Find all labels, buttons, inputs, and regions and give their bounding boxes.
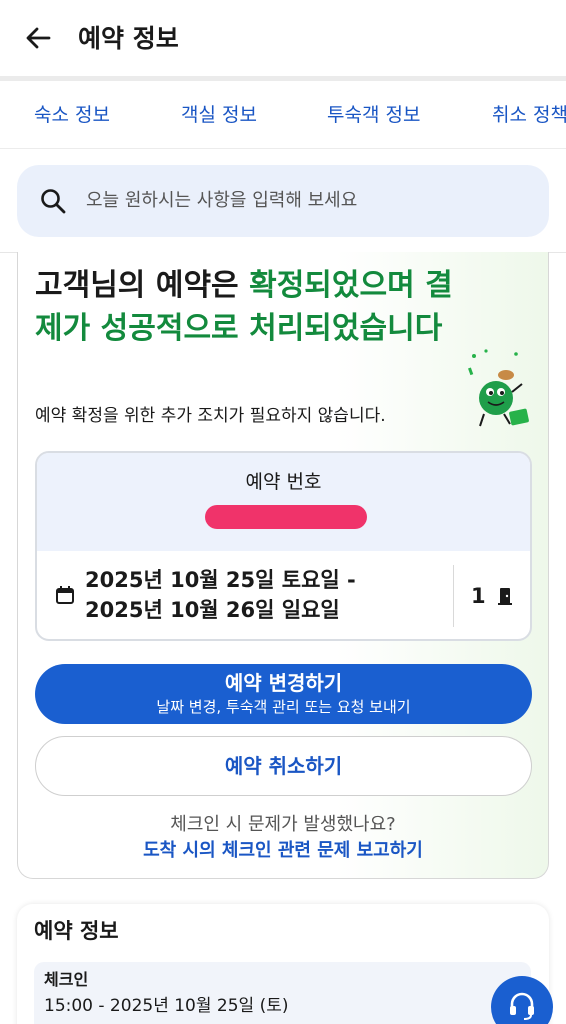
search-icon [41, 189, 66, 214]
search-placeholder: 오늘 원하시는 사항을 입력해 보세요 [86, 190, 358, 211]
tab-guest-info[interactable]: 투숙객 정보 [327, 101, 420, 129]
app-header: 예약 정보 [0, 0, 566, 78]
divider [453, 565, 454, 627]
modify-booking-label: 예약 변경하기 [224, 671, 343, 695]
booking-number-label: 예약 번호 [245, 471, 322, 493]
confirmation-card: 고객님의 예약은 확정되었으며 결제가 성공적으로 처리되었습니다 예약 확정을… [17, 252, 549, 879]
mascot-illustration [468, 349, 529, 427]
tab-cancel-policy[interactable]: 취소 정책 [492, 101, 566, 129]
tab-room-info[interactable]: 객실 정보 [181, 101, 257, 129]
tab-property-info[interactable]: 숙소 정보 [34, 101, 110, 129]
back-button[interactable] [22, 22, 54, 54]
calendar-icon [56, 586, 74, 604]
booking-number-redacted [205, 505, 367, 529]
check-in-date: 2025년 10월 25일 토요일 - [85, 568, 356, 592]
confirmation-subline: 예약 확정을 위한 추가 조치가 필요하지 않습니다. [35, 406, 386, 426]
checkin-issue-question: 체크인 시 문제가 발생했나요? [170, 814, 396, 835]
booking-number-section: 예약 번호 [37, 453, 530, 551]
door-icon [498, 588, 512, 605]
booking-summary: 예약 번호 2025년 10월 25일 토요일 - 2025년 10월 26일 … [35, 451, 532, 641]
modify-booking-sublabel: 날짜 변경, 투숙객 관리 또는 요청 보내기 [156, 698, 411, 716]
checkin-label: 체크인 [44, 970, 89, 989]
check-out-date: 2025년 10월 26일 일요일 [85, 598, 340, 622]
reservation-info-card: 예약 정보 체크인 15:00 - 2025년 10월 25일 (토) [17, 904, 549, 1024]
page-title: 예약 정보 [78, 24, 179, 53]
room-count: 1 [471, 584, 486, 608]
headset-icon [510, 992, 534, 1020]
report-checkin-issue-link[interactable]: 도착 시의 체크인 관련 문제 보고하기 [18, 838, 548, 864]
checkin-info: 체크인 15:00 - 2025년 10월 25일 (토) [34, 962, 531, 1024]
confirmation-headline: 고객님의 예약은 확정되었으며 결제가 성공적으로 처리되었습니다 [35, 264, 455, 350]
search-section: 오늘 원하시는 사항을 입력해 보세요 [0, 149, 566, 253]
modify-booking-button[interactable]: 예약 변경하기 날짜 변경, 투숙객 관리 또는 요청 보내기 [35, 664, 532, 724]
search-input[interactable]: 오늘 원하시는 사항을 입력해 보세요 [17, 165, 549, 237]
stay-date-range: 2025년 10월 25일 토요일 - 2025년 10월 26일 일요일 [85, 565, 356, 625]
checkin-value: 15:00 - 2025년 10월 25일 (토) [44, 996, 289, 1016]
reservation-info-title: 예약 정보 [34, 919, 119, 943]
headline-text: 고객님의 예약은 [35, 268, 250, 303]
stay-dates-section: 2025년 10월 25일 토요일 - 2025년 10월 26일 일요일 1 [37, 551, 530, 639]
section-tabs: 숙소 정보 객실 정보 투숙객 정보 취소 정책 [0, 81, 566, 149]
cancel-booking-button[interactable]: 예약 취소하기 [35, 736, 532, 796]
arrow-left-icon [26, 27, 51, 49]
